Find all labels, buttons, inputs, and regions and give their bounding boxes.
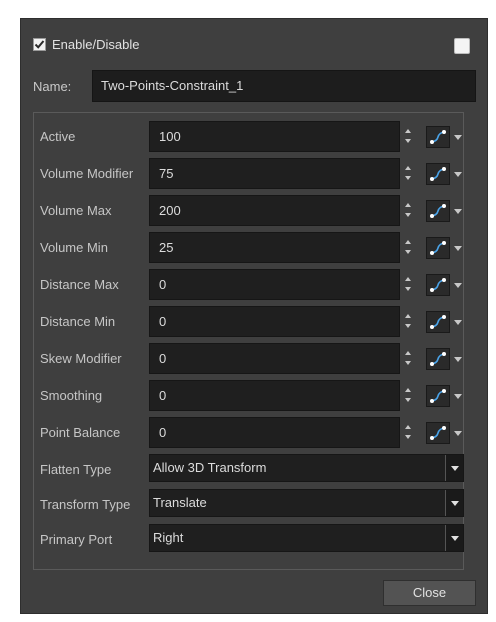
function-curve-icon bbox=[430, 389, 446, 403]
attribute-value-field[interactable]: 0 bbox=[149, 269, 400, 300]
function-menu-arrow-icon[interactable] bbox=[454, 320, 462, 325]
attribute-value-field[interactable]: 25 bbox=[149, 232, 400, 263]
attribute-row-point-balance: Point Balance 0 bbox=[34, 417, 463, 449]
function-curve-icon bbox=[430, 130, 446, 144]
spin-arrows-icon[interactable] bbox=[404, 129, 412, 143]
attribute-label: Point Balance bbox=[40, 425, 121, 440]
spin-arrows-icon[interactable] bbox=[404, 425, 412, 439]
attribute-label: Volume Max bbox=[40, 203, 112, 218]
attribute-label: Volume Min bbox=[40, 240, 108, 255]
attribute-label: Distance Min bbox=[40, 314, 116, 329]
dropdown-label: Primary Port bbox=[40, 532, 113, 547]
name-field[interactable]: Two-Points-Constraint_1 bbox=[92, 70, 476, 102]
select-value: Right bbox=[153, 530, 184, 545]
function-menu-arrow-icon[interactable] bbox=[454, 135, 462, 140]
function-curve-icon bbox=[430, 167, 446, 181]
spin-arrows-icon[interactable] bbox=[404, 203, 412, 217]
attribute-row-volume-max: Volume Max 200 bbox=[34, 195, 463, 227]
attribute-label: Active bbox=[40, 129, 76, 144]
function-menu-arrow-icon[interactable] bbox=[454, 283, 462, 288]
function-menu-arrow-icon[interactable] bbox=[454, 246, 462, 251]
attribute-label: Volume Modifier bbox=[40, 166, 134, 181]
select-value: Allow 3D Transform bbox=[153, 460, 267, 475]
function-curve-icon bbox=[430, 315, 446, 329]
function-menu-arrow-icon[interactable] bbox=[454, 209, 462, 214]
function-menu-arrow-icon[interactable] bbox=[454, 394, 462, 399]
transform-type-select[interactable]: Translate bbox=[149, 489, 464, 517]
function-curve-button[interactable] bbox=[426, 311, 450, 333]
close-button[interactable]: Close bbox=[383, 580, 476, 606]
function-curve-button[interactable] bbox=[426, 237, 450, 259]
function-curve-button[interactable] bbox=[426, 126, 450, 148]
dropdown-row-transform-type: Transform Type Translate bbox=[34, 489, 464, 521]
function-curve-icon bbox=[430, 352, 446, 366]
function-curve-button[interactable] bbox=[426, 422, 450, 444]
name-label: Name: bbox=[33, 79, 72, 94]
spin-arrows-icon[interactable] bbox=[404, 166, 412, 180]
enable-toggle[interactable]: Enable/Disable bbox=[33, 37, 139, 52]
enable-label: Enable/Disable bbox=[52, 37, 140, 52]
chevron-down-icon[interactable] bbox=[445, 525, 463, 551]
select-value: Translate bbox=[153, 495, 207, 510]
enable-checkbox[interactable] bbox=[33, 38, 46, 51]
attribute-row-smoothing: Smoothing 0 bbox=[34, 380, 463, 412]
chevron-down-icon[interactable] bbox=[445, 455, 463, 481]
function-curve-button[interactable] bbox=[426, 274, 450, 296]
function-menu-arrow-icon[interactable] bbox=[454, 172, 462, 177]
function-curve-icon bbox=[430, 241, 446, 255]
dropdown-label: Flatten Type bbox=[40, 462, 112, 477]
function-curve-button[interactable] bbox=[426, 348, 450, 370]
spin-arrows-icon[interactable] bbox=[404, 277, 412, 291]
function-curve-button[interactable] bbox=[426, 163, 450, 185]
spin-arrows-icon[interactable] bbox=[404, 314, 412, 328]
function-curve-icon bbox=[430, 278, 446, 292]
dropdown-label: Transform Type bbox=[40, 497, 131, 512]
function-curve-button[interactable] bbox=[426, 200, 450, 222]
attribute-value-field[interactable]: 100 bbox=[149, 121, 400, 152]
function-menu-arrow-icon[interactable] bbox=[454, 357, 462, 362]
attribute-value-field[interactable]: 0 bbox=[149, 343, 400, 374]
attribute-row-distance-min: Distance Min 0 bbox=[34, 306, 463, 338]
attribute-value-field[interactable]: 0 bbox=[149, 306, 400, 337]
attribute-label: Distance Max bbox=[40, 277, 119, 292]
attribute-value-field[interactable]: 75 bbox=[149, 158, 400, 189]
function-curve-button[interactable] bbox=[426, 385, 450, 407]
attribute-value-field[interactable]: 200 bbox=[149, 195, 400, 226]
chevron-down-icon[interactable] bbox=[445, 490, 463, 516]
spin-arrows-icon[interactable] bbox=[404, 388, 412, 402]
function-curve-icon bbox=[430, 426, 446, 440]
attributes-group: Active 100 Volume Modifier 75 Volume Max… bbox=[33, 112, 464, 570]
attribute-label: Skew Modifier bbox=[40, 351, 122, 366]
attribute-row-volume-min: Volume Min 25 bbox=[34, 232, 463, 264]
function-curve-icon bbox=[430, 204, 446, 218]
layer-color-swatch[interactable] bbox=[454, 38, 470, 54]
primary-port-select[interactable]: Right bbox=[149, 524, 464, 552]
attribute-value-field[interactable]: 0 bbox=[149, 417, 400, 448]
dropdown-row-flatten-type: Flatten Type Allow 3D Transform bbox=[34, 454, 464, 486]
checkmark-icon bbox=[34, 40, 45, 49]
attribute-label: Smoothing bbox=[40, 388, 103, 403]
attribute-row-active: Active 100 bbox=[34, 121, 463, 153]
spin-arrows-icon[interactable] bbox=[404, 240, 412, 254]
dropdown-row-primary-port: Primary Port Right bbox=[34, 524, 464, 556]
flatten-type-select[interactable]: Allow 3D Transform bbox=[149, 454, 464, 482]
layer-properties-panel: Enable/Disable Name: Two-Points-Constrai… bbox=[20, 18, 488, 614]
attribute-row-volume-modifier: Volume Modifier 75 bbox=[34, 158, 463, 190]
function-menu-arrow-icon[interactable] bbox=[454, 431, 462, 436]
attribute-value-field[interactable]: 0 bbox=[149, 380, 400, 411]
attribute-row-skew-modifier: Skew Modifier 0 bbox=[34, 343, 463, 375]
spin-arrows-icon[interactable] bbox=[404, 351, 412, 365]
attribute-row-distance-max: Distance Max 0 bbox=[34, 269, 463, 301]
